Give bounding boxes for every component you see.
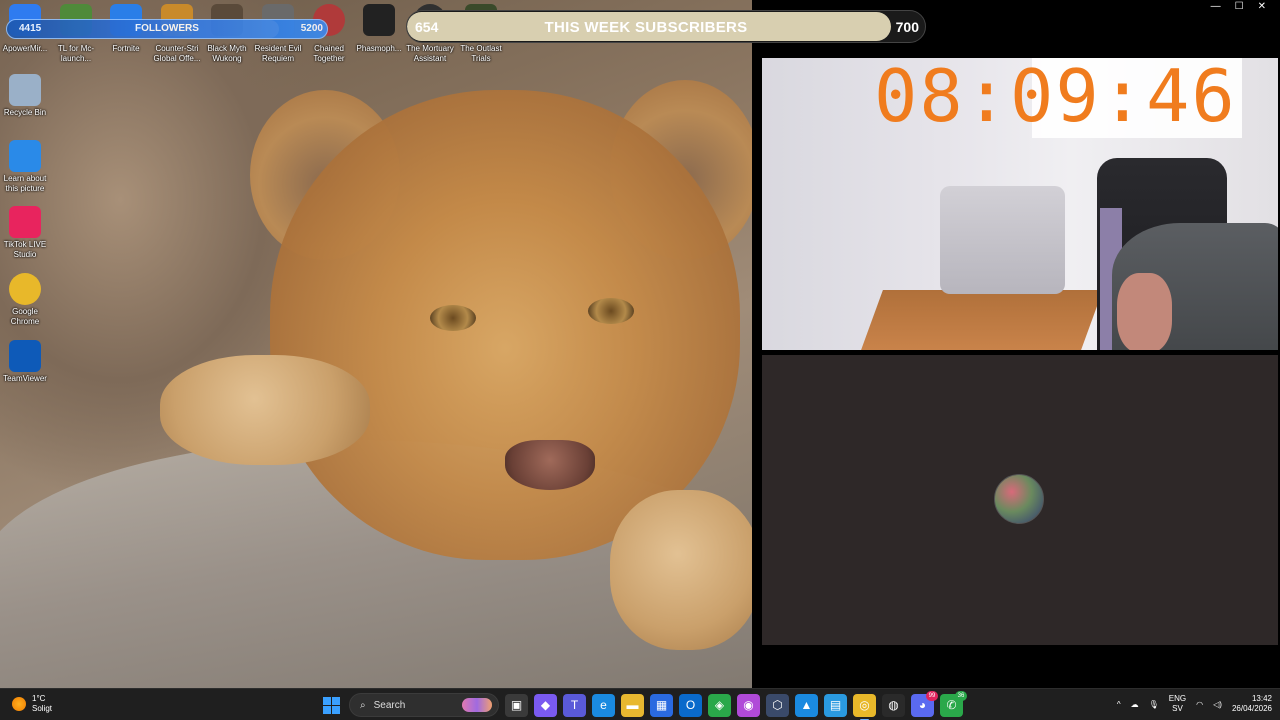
taskbar: 1°C Soligt ⌕ Search ▣ ◆ T e ▬ ▦ O ◈ ◉ ⬡ … (0, 688, 1280, 720)
recycle-bin-icon (9, 74, 41, 106)
tray-overflow-chevron-icon[interactable]: ^ (1117, 700, 1121, 709)
task-view-icon: ▣ (510, 698, 523, 712)
whatsapp-button[interactable]: ✆ 36 (940, 690, 967, 717)
learn-about-picture-icon (9, 140, 41, 172)
weather-condition: Soligt (32, 704, 53, 713)
taskbar-time: 13:42 (1251, 694, 1272, 703)
maximize-button[interactable]: ☐ (1235, 1, 1244, 12)
wifi-icon[interactable]: ◠ (1196, 700, 1203, 709)
close-button[interactable]: ✕ (1258, 1, 1266, 12)
stream-timer: 08:09:46 (874, 54, 1237, 138)
wallpaper-lion-eye-right (588, 298, 634, 324)
keyboard-layout: SV (1172, 704, 1183, 713)
desktop-icon-teamviewer[interactable]: TeamViewer (0, 340, 50, 384)
m365-icon: ◉ (743, 698, 754, 712)
discord-button[interactable]: ◕ 99 (911, 690, 938, 717)
edge-icon: e (600, 698, 607, 712)
outlook-icon: O (685, 698, 696, 712)
followers-goal-bar: 4415 FOLLOWERS 5200 (6, 19, 328, 39)
weather-temp: 1°C (32, 694, 46, 703)
shield-app-button[interactable]: ◈ (708, 693, 731, 717)
wallpaper-lion-eye-left (430, 305, 476, 331)
volume-icon[interactable]: ◁) (1213, 700, 1222, 709)
desktop-wallpaper (0, 0, 752, 688)
chrome-button[interactable]: ◎ (853, 693, 876, 720)
hex-app-button[interactable]: ⬡ (766, 693, 789, 717)
photos-icon: ▲ (800, 698, 813, 712)
phasmophobia-icon (363, 4, 395, 36)
outlook-button[interactable]: O (679, 693, 702, 717)
desktop-icon-tiktok-live-studio[interactable]: TikTok LIVE Studio (0, 206, 50, 260)
webcam-sofa (940, 186, 1065, 294)
microphone-icon[interactable]: 🎙 (1149, 700, 1159, 709)
copilot-icon: ◆ (540, 698, 551, 712)
system-tray: ^ ☁ 🎙 ENG SV ◠ ◁) 13:42 26/04/2026 (1117, 694, 1272, 714)
whatsapp-badge: 36 (955, 690, 967, 701)
followers-label: FOLLOWERS (135, 23, 199, 34)
desktop-icon-recycle-bin[interactable]: Recycle Bin (0, 74, 50, 118)
webcam-floor (861, 290, 1103, 350)
windows-icon (323, 696, 340, 714)
user-avatar (994, 474, 1044, 524)
edge-button[interactable]: e (592, 693, 615, 717)
tiktok-icon (9, 206, 41, 238)
store-icon: ▦ (655, 698, 668, 712)
copilot-button[interactable]: ◆ (534, 693, 557, 717)
screen: ApowerMir... TL for Mc-launch... Fortnit… (0, 0, 1280, 720)
shield-icon: ◈ (714, 698, 725, 712)
wallpaper-lion-paw-left (160, 355, 370, 465)
subscribers-goal-bar: 654 THIS WEEK SUBSCRIBERS 700 (406, 10, 926, 43)
search-highlight-icon (462, 698, 492, 712)
file-explorer-icon: ▬ (626, 698, 639, 712)
language-code: ENG (1168, 694, 1187, 703)
desktop-icon-phasmophobia[interactable]: Phasmoph... (354, 4, 404, 54)
gallery-button[interactable]: ▤ (824, 693, 847, 717)
search-box[interactable]: ⌕ Search (349, 693, 499, 717)
whatsapp-icon: ✆ (946, 698, 957, 712)
taskbar-clock[interactable]: 13:42 26/04/2026 (1232, 694, 1272, 714)
hex-app-icon: ⬡ (772, 698, 783, 712)
language-switcher[interactable]: ENG SV (1169, 694, 1186, 714)
desktop-icon-google-chrome[interactable]: Google Chrome (0, 273, 50, 327)
discord-icon: ◕ (918, 698, 927, 712)
chrome-icon: ◎ (859, 698, 870, 712)
wallpaper-lion-paw-right (610, 490, 752, 650)
store-button[interactable]: ▦ (650, 693, 673, 717)
followers-goal: 5200 (300, 23, 323, 34)
wallpaper-lion-nose (505, 440, 595, 490)
subscribers-goal: 700 (895, 19, 919, 35)
sun-icon (12, 697, 26, 711)
desktop-icon-learn-about-picture[interactable]: Learn about this picture (0, 140, 50, 194)
search-icon: ⌕ (360, 699, 366, 711)
window-controls: — ☐ ✕ (1211, 1, 1266, 12)
task-view-button[interactable]: ▣ (505, 693, 528, 717)
taskbar-apps: ⌕ Search ▣ ◆ T e ▬ ▦ O ◈ ◉ ⬡ ▲ ▤ ◎ ◍ ◕ 99… (320, 690, 967, 720)
chrome-desktop-icon (9, 273, 41, 305)
teams-icon: T (570, 698, 579, 712)
obs-icon: ◍ (888, 698, 899, 712)
file-explorer-button[interactable]: ▬ (621, 693, 644, 717)
subscribers-label: THIS WEEK SUBSCRIBERS (544, 19, 748, 36)
obs-button[interactable]: ◍ (882, 693, 905, 717)
discord-badge: 99 (926, 690, 938, 701)
webcam-person-arm (1117, 273, 1172, 350)
teams-button[interactable]: T (563, 693, 586, 717)
teamviewer-icon (9, 340, 41, 372)
weather-widget[interactable]: 1°C Soligt (12, 694, 52, 714)
m365-button[interactable]: ◉ (737, 693, 760, 717)
onedrive-icon[interactable]: ☁ (1131, 700, 1139, 709)
start-button[interactable] (320, 694, 343, 717)
gallery-icon: ▤ (829, 698, 842, 712)
minimize-button[interactable]: — (1211, 1, 1221, 12)
taskbar-date: 26/04/2026 (1231, 704, 1272, 713)
search-label: Search (373, 699, 406, 711)
photos-button[interactable]: ▲ (795, 693, 818, 717)
